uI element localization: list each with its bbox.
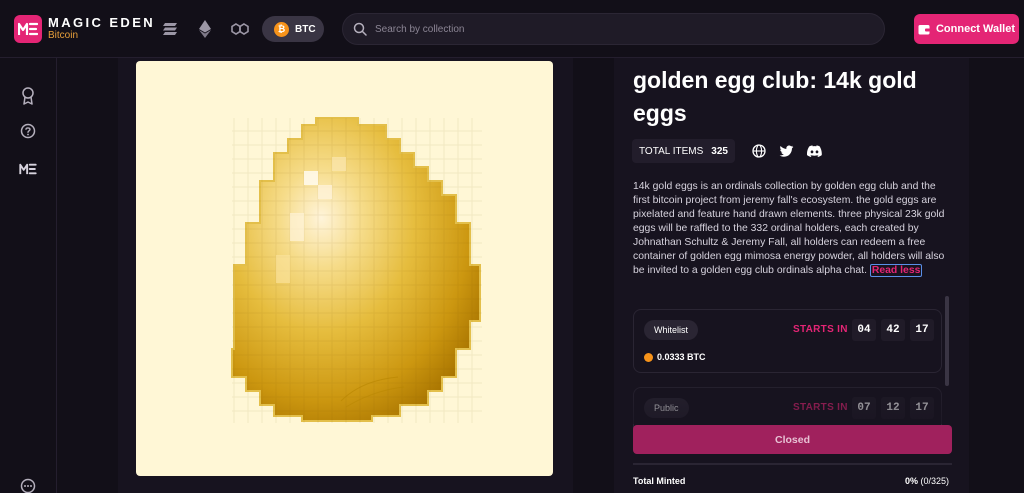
bitcoin-chain-selector[interactable]: ₿ BTC — [262, 16, 324, 42]
phase-list-scrollbar[interactable] — [945, 296, 949, 386]
search-input[interactable] — [375, 23, 855, 35]
connect-wallet-label: Connect Wallet — [935, 23, 1016, 35]
bitcoin-icon — [644, 352, 653, 362]
golden-egg-image — [231, 117, 482, 423]
collection-artwork-golden-egg — [136, 61, 553, 476]
twitter-icon[interactable] — [776, 141, 796, 161]
total-items-value: 325 — [711, 145, 728, 157]
search-bar[interactable] — [342, 13, 885, 45]
mint-progress-bar — [633, 463, 952, 465]
magic-eden-icon[interactable] — [18, 159, 38, 179]
countdown-seconds: 17 — [910, 397, 934, 419]
total-items-stat: TOTAL ITEMS 325 — [632, 139, 735, 163]
search-icon — [353, 22, 367, 36]
connect-wallet-button[interactable]: Connect Wallet — [914, 14, 1019, 44]
award-icon[interactable] — [18, 86, 38, 106]
bitcoin-chain-label: BTC — [295, 23, 316, 35]
total-items-label: TOTAL ITEMS — [639, 145, 704, 157]
countdown-minutes: 42 — [881, 319, 905, 341]
bitcoin-icon: ₿ — [274, 21, 289, 37]
more-icon[interactable] — [18, 476, 38, 493]
countdown-minutes: 12 — [881, 397, 905, 419]
phase-price-value: 0.0333 BTC — [657, 352, 706, 362]
countdown-seconds: 17 — [910, 319, 934, 341]
phase-card-whitelist[interactable]: Whitelist STARTS IN 04 42 17 0.0333 BTC — [633, 309, 942, 373]
read-less-link[interactable]: Read less — [869, 264, 923, 277]
starts-in-label: STARTS IN — [793, 402, 848, 413]
phase-price: 0.0333 BTC — [644, 352, 706, 362]
discord-icon[interactable] — [804, 141, 824, 161]
total-minted-count: (0/325) — [920, 476, 950, 486]
countdown-hours: 04 — [852, 319, 876, 341]
website-icon[interactable] — [749, 141, 769, 161]
logo-main-text: MAGIC EDEN — [48, 15, 156, 30]
phase-name: Public — [644, 398, 689, 418]
logo-wordmark[interactable]: MAGIC EDEN Bitcoin — [48, 15, 155, 42]
top-bar: MAGIC EDEN Bitcoin ₿ BTC C — [0, 0, 1024, 58]
starts-in-label: STARTS IN — [793, 324, 848, 335]
ethereum-icon[interactable] — [196, 20, 214, 38]
magic-eden-logo-icon[interactable] — [14, 15, 42, 43]
polygon-icon[interactable] — [231, 20, 249, 38]
countdown-hours: 07 — [852, 397, 876, 419]
description-text: 14k gold eggs is an ordinals collection … — [633, 181, 945, 276]
total-minted-label: Total Minted — [633, 476, 686, 486]
solana-icon[interactable] — [161, 20, 179, 38]
phase-name: Whitelist — [644, 320, 699, 340]
wallet-icon — [918, 24, 930, 34]
sidebar — [0, 58, 57, 493]
mint-closed-button[interactable]: Closed — [633, 425, 952, 454]
total-minted-value: 0% (0/325) — [905, 476, 949, 486]
logo-sub-text: Bitcoin — [48, 30, 79, 41]
help-icon[interactable] — [18, 121, 38, 141]
total-minted-percent: 0% — [905, 476, 919, 486]
collection-title: golden egg club: 14k gold eggs — [633, 67, 917, 126]
collection-description: 14k gold eggs is an ordinals collection … — [633, 180, 953, 278]
